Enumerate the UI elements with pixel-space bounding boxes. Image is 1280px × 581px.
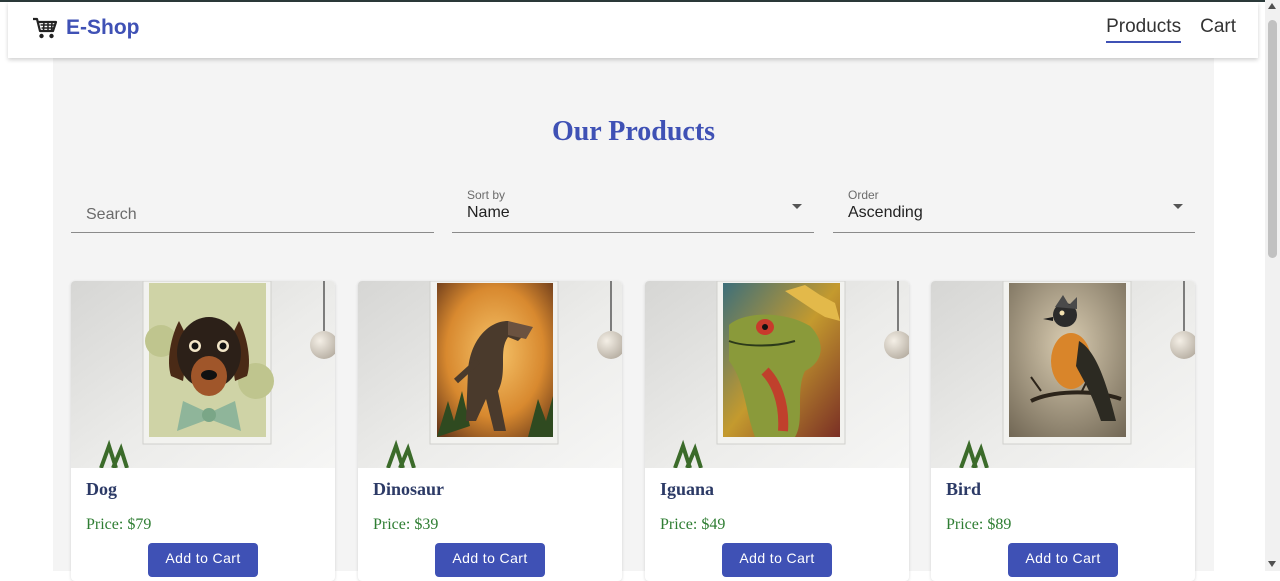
order-select[interactable]: Order Ascending (833, 182, 1195, 233)
app-bar: E-Shop Products Cart (8, 2, 1258, 58)
product-image-iguana (645, 281, 909, 468)
brand[interactable]: E-Shop (32, 16, 140, 40)
search-placeholder: Search (86, 206, 137, 223)
product-name: Dinosaur (373, 479, 445, 499)
product-image-bird (931, 281, 1195, 468)
nav-cart-link[interactable]: Cart (1200, 16, 1236, 43)
sort-dropdown-arrow-icon (792, 204, 802, 209)
sort-by-label: Sort by (467, 188, 506, 202)
add-to-cart-button[interactable]: Add to Cart (148, 543, 258, 577)
add-to-cart-button[interactable]: Add to Cart (1008, 543, 1118, 577)
brand-name: E-Shop (66, 16, 140, 39)
product-card: Dinosaur Price: $39 Add to Cart (358, 281, 622, 581)
add-to-cart-button[interactable]: Add to Cart (722, 543, 832, 577)
page-title: Our Products (551, 116, 716, 147)
product-price: Price: $49 (660, 516, 726, 533)
product-name: Bird (946, 479, 982, 499)
vertical-scrollbar[interactable] (1265, 0, 1280, 571)
scrollbar-thumb[interactable] (1268, 20, 1277, 258)
nav-products-link[interactable]: Products (1106, 16, 1182, 43)
product-card: Iguana Price: $49 Add to Cart (645, 281, 909, 581)
product-card: Dog Price: $79 Add to Cart (71, 281, 335, 581)
product-card: Bird Price: $89 Add to Cart (931, 281, 1195, 581)
scroll-up-arrow-icon[interactable] (1268, 3, 1276, 9)
shopping-cart-icon (33, 17, 58, 39)
products-page: Our Products Search Sort by Name Order A… (53, 58, 1214, 581)
main-nav: Products Cart (1106, 16, 1236, 43)
product-price: Price: $79 (86, 516, 152, 533)
product-image-dinosaur (358, 281, 622, 468)
product-price: Price: $39 (373, 516, 439, 533)
product-image-dog (71, 281, 335, 468)
product-price: Price: $89 (946, 516, 1012, 533)
product-name: Dog (86, 479, 117, 499)
order-label: Order (848, 188, 879, 202)
sort-by-value: Name (467, 204, 510, 221)
scroll-down-arrow-icon[interactable] (1268, 561, 1276, 567)
search-input[interactable]: Search (71, 182, 434, 233)
order-dropdown-arrow-icon (1173, 204, 1183, 209)
order-value: Ascending (848, 204, 923, 221)
product-name: Iguana (660, 479, 715, 499)
add-to-cart-button[interactable]: Add to Cart (435, 543, 545, 577)
sort-by-select[interactable]: Sort by Name (452, 182, 814, 233)
